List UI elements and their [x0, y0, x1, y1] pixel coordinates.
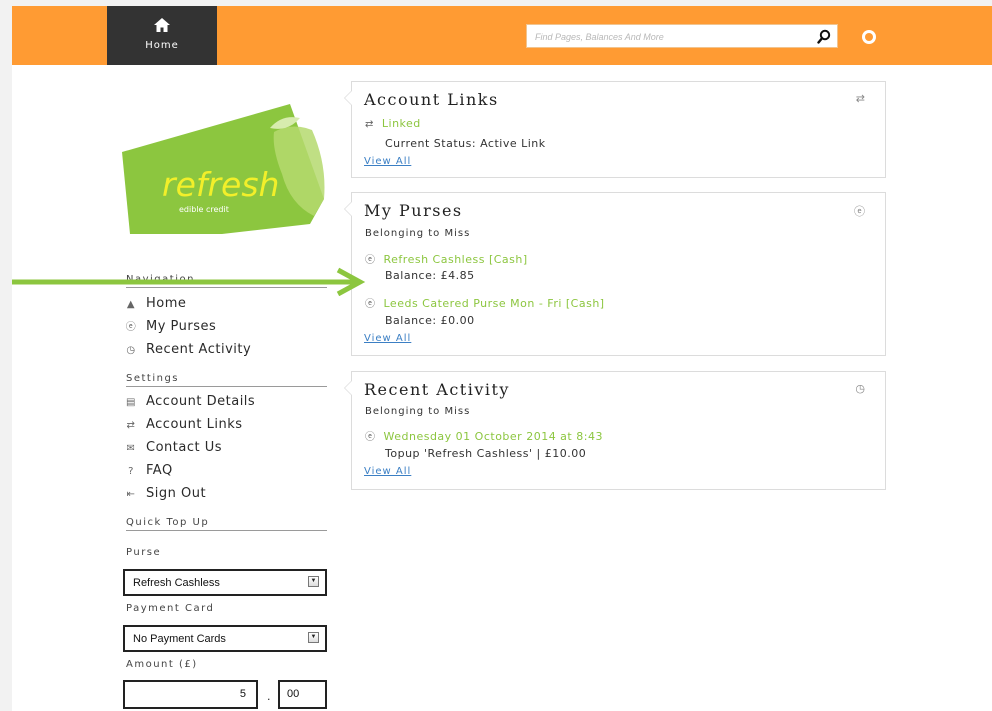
- linked-item[interactable]: ⇄ Linked: [365, 117, 421, 130]
- account-links-card: Account Links ⇄ ⇄ Linked Current Status: …: [344, 81, 886, 178]
- linked-label: Linked: [381, 117, 421, 130]
- sidebar-item-label: Contact Us: [146, 440, 222, 455]
- recent-activity-view-all[interactable]: View All: [364, 466, 411, 477]
- sidebar-item-label: FAQ: [146, 463, 173, 478]
- purse-name: Refresh Cashless [Cash]: [383, 253, 528, 266]
- account-links-view-all[interactable]: View All: [364, 156, 411, 167]
- sidebar-item-contact-us[interactable]: ✉ Contact Us: [124, 438, 222, 458]
- sidebar-item-label: Home: [146, 296, 187, 311]
- annotation-arrow-icon: [12, 267, 366, 296]
- link-status: Current Status: Active Link: [385, 137, 546, 150]
- purse-icon: ⓔ: [365, 299, 376, 310]
- clock-icon: ◷: [126, 345, 136, 356]
- home-icon: [154, 18, 170, 32]
- settings-heading: Settings: [126, 373, 327, 387]
- home-tab[interactable]: Home: [107, 6, 217, 65]
- settings-toggle-icon[interactable]: [862, 30, 876, 44]
- amount-separator: .: [267, 690, 271, 703]
- recent-activity-title: Recent Activity: [364, 380, 510, 399]
- link-icon: ⇄: [365, 119, 374, 130]
- purse-icon: ⓔ: [125, 322, 137, 333]
- recent-activity-owner: Belonging to Miss: [365, 406, 471, 417]
- sidebar-item-faq[interactable]: ? FAQ: [124, 461, 173, 481]
- sidebar-item-label: My Purses: [146, 319, 217, 334]
- purse-label: Purse: [126, 547, 162, 558]
- purse-icon: ⓔ: [854, 205, 865, 218]
- sidebar-item-label: Account Details: [146, 394, 256, 409]
- sidebar-item-label: Sign Out: [146, 486, 207, 501]
- account-links-title: Account Links: [364, 90, 499, 109]
- sidebar-item-home[interactable]: ▲ Home: [124, 294, 186, 314]
- sidebar-item-my-purses[interactable]: ⓔ My Purses: [124, 317, 216, 337]
- question-icon: ?: [128, 466, 134, 477]
- my-purses-owner: Belonging to Miss: [365, 228, 471, 239]
- amount-pence-input[interactable]: 00: [278, 680, 327, 709]
- my-purses-title: My Purses: [364, 201, 463, 220]
- sidebar-item-account-details[interactable]: ▤ Account Details: [124, 392, 255, 412]
- purse-icon: ⓔ: [365, 255, 376, 266]
- link-icon: ⇄: [126, 420, 136, 431]
- purse-balance: Balance: £4.85: [385, 269, 475, 282]
- search-input[interactable]: [533, 28, 807, 46]
- top-bar: Home: [12, 6, 992, 65]
- amount-pounds-value: 5: [239, 688, 246, 700]
- home-tab-label: Home: [145, 40, 179, 51]
- quick-top-up-heading: Quick Top Up: [126, 517, 327, 531]
- purse-balance: Balance: £0.00: [385, 314, 475, 327]
- link-icon: ⇄: [855, 92, 865, 105]
- page-frame: Home refresh edible credit Navigation ▲H…: [12, 6, 992, 711]
- account-details-icon: ▤: [126, 397, 136, 408]
- amount-pounds-input[interactable]: 5: [123, 680, 258, 709]
- purse-select-value: Refresh Cashless: [133, 577, 220, 589]
- payment-card-select-value: No Payment Cards: [133, 633, 226, 645]
- clock-icon: ◷: [855, 382, 865, 395]
- purse-item[interactable]: ⓔ Refresh Cashless [Cash]: [365, 251, 528, 266]
- sidebar-item-recent-activity[interactable]: ◷ Recent Activity: [124, 340, 251, 360]
- logo-brand-text: refresh: [162, 165, 279, 204]
- amount-label: Amount (£): [126, 659, 198, 670]
- purse-icon: ⓔ: [365, 432, 376, 443]
- purse-select[interactable]: Refresh Cashless ▼: [123, 569, 327, 596]
- sidebar-item-label: Recent Activity: [146, 342, 252, 357]
- my-purses-view-all[interactable]: View All: [364, 333, 411, 344]
- payment-card-select[interactable]: No Payment Cards ▼: [123, 625, 327, 652]
- amount-pence-value: 00: [287, 688, 300, 700]
- payment-card-label: Payment Card: [126, 603, 215, 614]
- refresh-logo: refresh edible credit: [122, 104, 325, 234]
- sidebar-item-label: Account Links: [146, 417, 243, 432]
- sidebar-item-account-links[interactable]: ⇄ Account Links: [124, 415, 243, 435]
- my-purses-card: My Purses ⓔ Belonging to Miss ⓔ Refresh C…: [344, 192, 886, 356]
- chevron-down-icon[interactable]: ▼: [308, 632, 319, 643]
- purse-item[interactable]: ⓔ Leeds Catered Purse Mon - Fri [Cash]: [365, 295, 605, 310]
- home-icon: ▲: [126, 299, 136, 310]
- sidebar-item-sign-out[interactable]: ⇤ Sign Out: [124, 484, 206, 504]
- search-box: [526, 24, 838, 48]
- recent-activity-card: Recent Activity ◷ Belonging to Miss ⓔ Wed…: [344, 371, 886, 490]
- logo-tagline-text: edible credit: [179, 205, 229, 214]
- chevron-down-icon[interactable]: ▼: [308, 576, 319, 587]
- purse-name: Leeds Catered Purse Mon - Fri [Cash]: [383, 297, 605, 310]
- activity-detail: Topup 'Refresh Cashless' | £10.00: [385, 447, 587, 460]
- activity-date: Wednesday 01 October 2014 at 8:43: [383, 430, 603, 443]
- activity-item[interactable]: ⓔ Wednesday 01 October 2014 at 8:43: [365, 428, 603, 443]
- sign-out-icon: ⇤: [126, 489, 136, 500]
- search-icon[interactable]: [817, 29, 831, 45]
- envelope-icon: ✉: [126, 443, 136, 454]
